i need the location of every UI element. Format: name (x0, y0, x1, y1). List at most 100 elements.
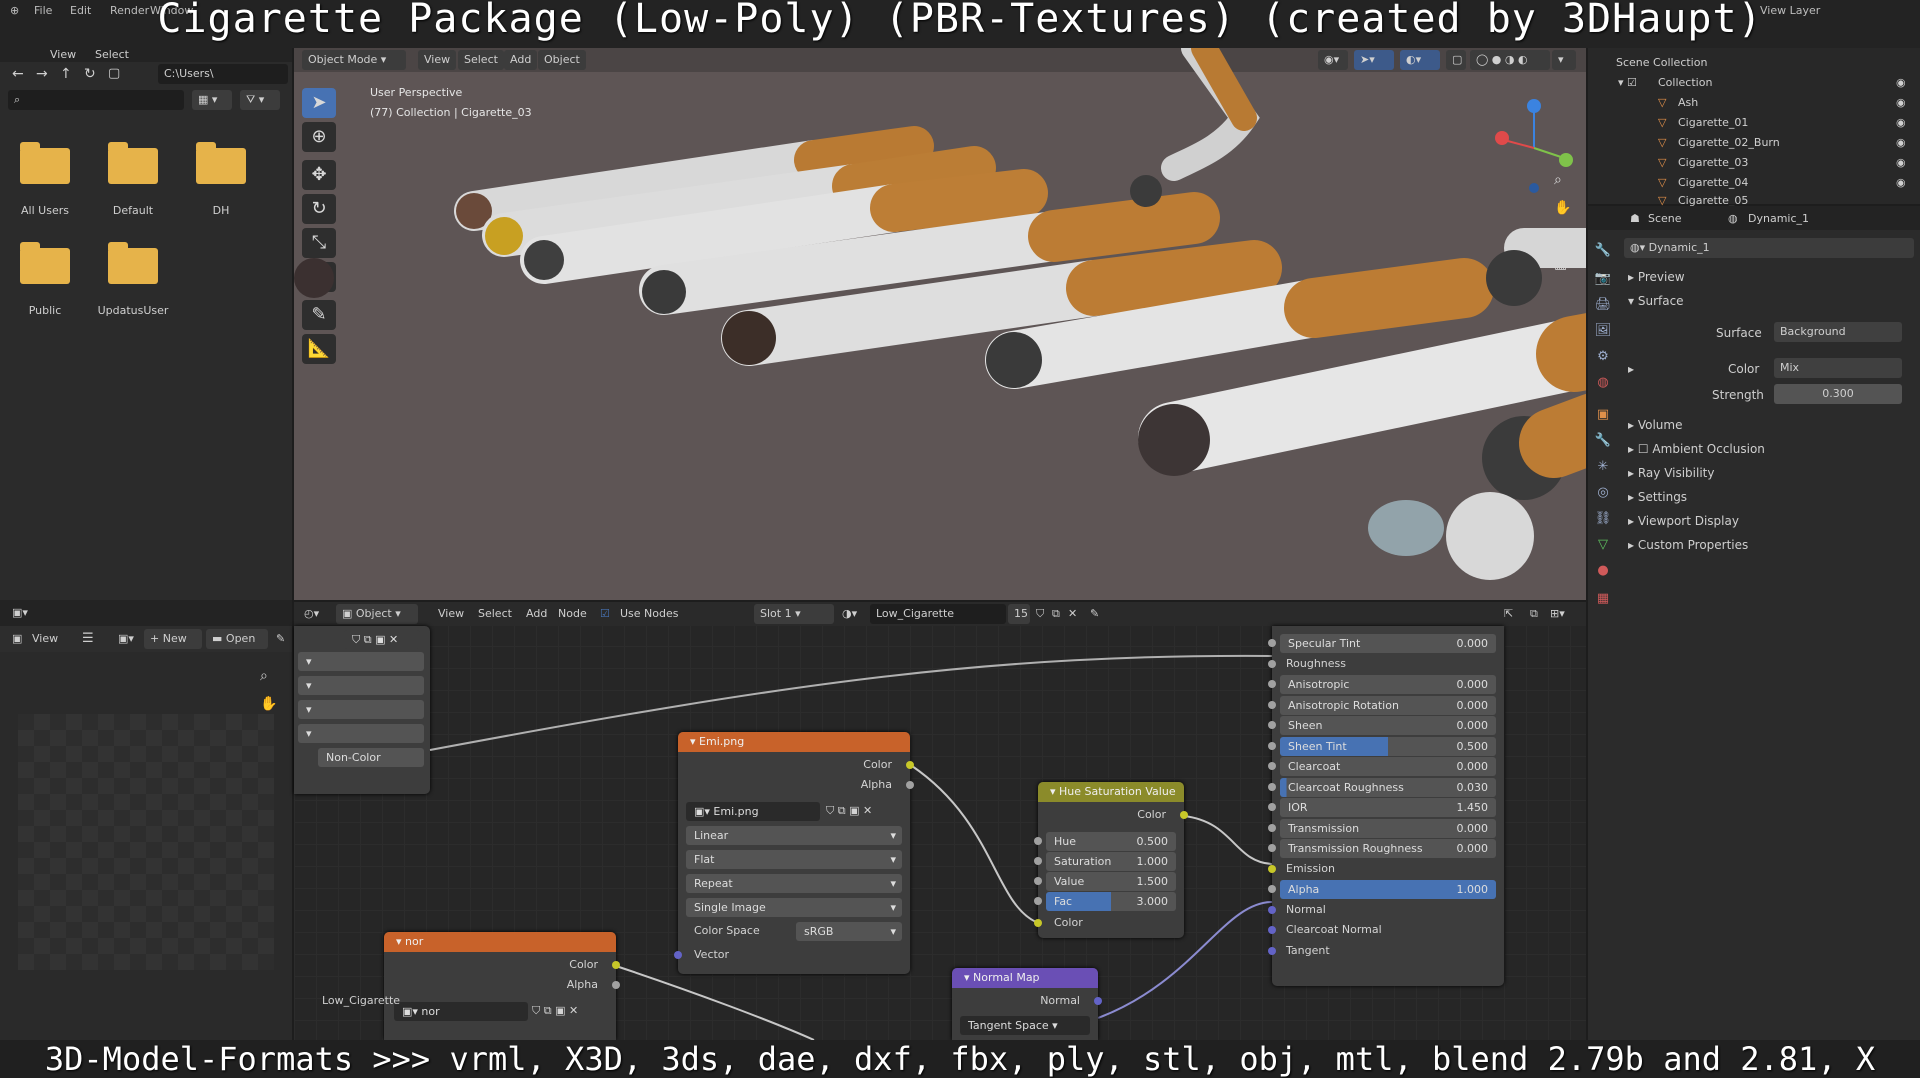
image-texture-node-nor[interactable]: ▾ nor Color Alpha ▣▾ nor ⛉ ⧉ ▣ ✕ (384, 932, 620, 1040)
image-name-field[interactable]: ▣▾ Emi.png (686, 802, 820, 821)
socket-value-in[interactable] (1034, 877, 1042, 885)
socket-input[interactable] (1268, 926, 1276, 934)
display-mode-button[interactable]: ▦ ▾ (192, 90, 232, 110)
scene-collection-label[interactable]: Scene Collection (1616, 56, 1707, 69)
folder-icon[interactable] (108, 142, 158, 184)
socket-alpha-out[interactable] (612, 981, 620, 989)
image-name-field[interactable]: ▣▾ nor (394, 1002, 528, 1021)
socket-input[interactable] (1268, 946, 1276, 955)
refresh-icon[interactable]: ↻ (84, 66, 96, 82)
panel-volume[interactable]: ▸ Volume (1628, 418, 1682, 432)
panel-viewport-display[interactable]: ▸ Viewport Display (1628, 514, 1739, 528)
socket-input[interactable] (1268, 762, 1276, 770)
folder-icon[interactable] (20, 142, 70, 184)
bsdf-input-field[interactable]: Sheen Tint 0.500 (1280, 736, 1496, 756)
socket-input[interactable] (1268, 885, 1276, 893)
modifier-icon[interactable]: 🔧 (1594, 432, 1612, 450)
panel-ray-visibility[interactable]: ▸ Ray Visibility (1628, 466, 1714, 480)
socket-color-out[interactable] (1180, 811, 1188, 819)
source-dropdown[interactable]: Single Image ▾ (686, 898, 902, 917)
fac-field[interactable]: Fac 3.000 (1046, 892, 1176, 911)
outliner-collection[interactable]: Collection (1658, 76, 1712, 89)
interpolation-dropdown[interactable]: Linear ▾ (686, 826, 902, 845)
eye-icon[interactable]: ◉ (1896, 96, 1906, 109)
eye-icon[interactable]: ◉ (1896, 116, 1906, 129)
bsdf-input-field[interactable]: Transmission Roughness 0.000 (1280, 839, 1496, 858)
socket-input[interactable] (1268, 864, 1276, 873)
bsdf-input-field[interactable]: IOR 1.450 (1280, 798, 1496, 817)
panel-preview[interactable]: ▸ Preview (1628, 270, 1685, 284)
back-arrow-icon[interactable]: ← (12, 66, 24, 82)
node-header[interactable]: ▾ Emi.png (678, 732, 910, 752)
3d-viewport[interactable]: Object Mode ▾ View Select Add Object ◉▾ … (294, 48, 1586, 600)
value-field[interactable]: Value 1.500 (1046, 872, 1176, 891)
socket-alpha-out[interactable] (906, 781, 914, 789)
data-icon[interactable]: ▽ (1594, 536, 1612, 554)
socket-input[interactable] (1268, 782, 1276, 791)
folder-label[interactable]: UpdatusUser (88, 304, 178, 317)
world-tab-label[interactable]: Dynamic_1 (1748, 212, 1809, 225)
material-icon[interactable]: ● (1594, 562, 1612, 580)
ie-view-icon[interactable]: ▣ (12, 632, 22, 645)
surface-dropdown[interactable]: Background (1774, 322, 1902, 342)
filter-button[interactable]: ⛛ ▾ (240, 90, 280, 110)
path-field[interactable]: C:\Users\ (158, 64, 288, 84)
collection-checkbox[interactable]: ▾ ☑ (1618, 76, 1637, 89)
strength-field[interactable]: 0.300 (1774, 384, 1902, 404)
folder-label[interactable]: Default (88, 204, 178, 217)
socket-normal-out[interactable] (1094, 997, 1102, 1005)
bsdf-input-field[interactable]: Anisotropic Rotation 0.000 (1280, 695, 1496, 715)
scene-props-icon[interactable]: ⚙ (1594, 348, 1612, 366)
image-datablock-icons[interactable]: ⛉ ⧉ ▣ ✕ (532, 1004, 578, 1018)
bsdf-input-field[interactable]: Clearcoat Roughness 0.030 (1280, 777, 1496, 797)
color-expand-arrow[interactable]: ▸ (1628, 362, 1634, 376)
socket-color-out[interactable] (612, 961, 620, 969)
scene-tab-label[interactable]: Scene (1648, 212, 1682, 225)
output-icon[interactable]: 🖨 (1594, 296, 1612, 314)
search-input[interactable]: ⌕ (8, 90, 184, 110)
zoom-icon[interactable]: ⌕ (260, 668, 268, 684)
socket-input[interactable] (1268, 680, 1276, 688)
texture-icon[interactable]: ▦ (1594, 590, 1612, 608)
folder-icon[interactable] (20, 242, 70, 284)
bsdf-input-field[interactable]: Sheen 0.000 (1280, 716, 1496, 735)
socket-fac-in[interactable] (1034, 897, 1042, 905)
panel-settings[interactable]: ▸ Settings (1628, 490, 1687, 504)
constraints-icon[interactable]: ⛓ (1594, 510, 1612, 528)
socket-input[interactable] (1268, 803, 1276, 811)
socket-saturation-in[interactable] (1034, 857, 1042, 865)
node-header[interactable]: ▾ nor (384, 932, 616, 952)
outliner-item[interactable]: Ash (1678, 96, 1698, 109)
ie-menu-icon[interactable]: ☰ (82, 631, 94, 646)
world-selector[interactable]: ◍▾ Dynamic_1 (1624, 238, 1914, 258)
hue-saturation-value-node[interactable]: ▾ Hue Saturation Value Color Hue 0.500 Sa… (1034, 782, 1188, 938)
outliner-item[interactable]: Cigarette_04 (1678, 176, 1748, 189)
new-folder-icon[interactable]: ▢ (108, 66, 120, 81)
extension-dropdown[interactable]: Repeat ▾ (686, 874, 902, 893)
eye-icon[interactable]: ◉ (1896, 176, 1906, 189)
folder-icon[interactable] (196, 142, 246, 184)
bsdf-input-field[interactable]: Transmission 0.000 (1280, 818, 1496, 838)
socket-color-in[interactable] (1034, 919, 1042, 927)
render-icon[interactable]: 📷 (1594, 270, 1612, 288)
folder-icon[interactable] (108, 242, 158, 284)
object-props-icon[interactable]: ▣ (1594, 406, 1612, 424)
view-layer-icon[interactable]: 🖼 (1594, 322, 1612, 340)
fb-menu-select[interactable]: Select (95, 48, 129, 61)
space-dropdown[interactable]: Tangent Space ▾ (960, 1016, 1090, 1035)
physics-icon[interactable]: ◎ (1594, 484, 1612, 502)
socket-input[interactable] (1268, 905, 1276, 914)
image-datablock-icons[interactable]: ⛉ ⧉ ▣ ✕ (826, 804, 872, 818)
image-canvas[interactable] (18, 714, 274, 970)
bsdf-input-field[interactable]: Specular Tint 0.000 (1280, 634, 1496, 653)
socket-vector-in[interactable] (674, 951, 682, 959)
node-editor[interactable]: ◴▾ ▣ Object ▾ View Select Add Node ☑ Use… (294, 602, 1586, 1040)
node-header[interactable]: ▾ Normal Map (952, 968, 1098, 988)
socket-input[interactable] (1268, 639, 1276, 647)
pin-icon[interactable]: ✎ (276, 632, 285, 645)
folder-label[interactable]: Public (0, 304, 90, 317)
node-header[interactable]: ▾ Hue Saturation Value (1038, 782, 1184, 802)
particles-icon[interactable]: ✳ (1594, 458, 1612, 476)
ie-menu-view[interactable]: View (32, 632, 58, 645)
image-texture-node-emi[interactable]: ▾ Emi.png Color Alpha ▣▾ Emi.png ⛉ ⧉ ▣ ✕… (674, 732, 914, 974)
